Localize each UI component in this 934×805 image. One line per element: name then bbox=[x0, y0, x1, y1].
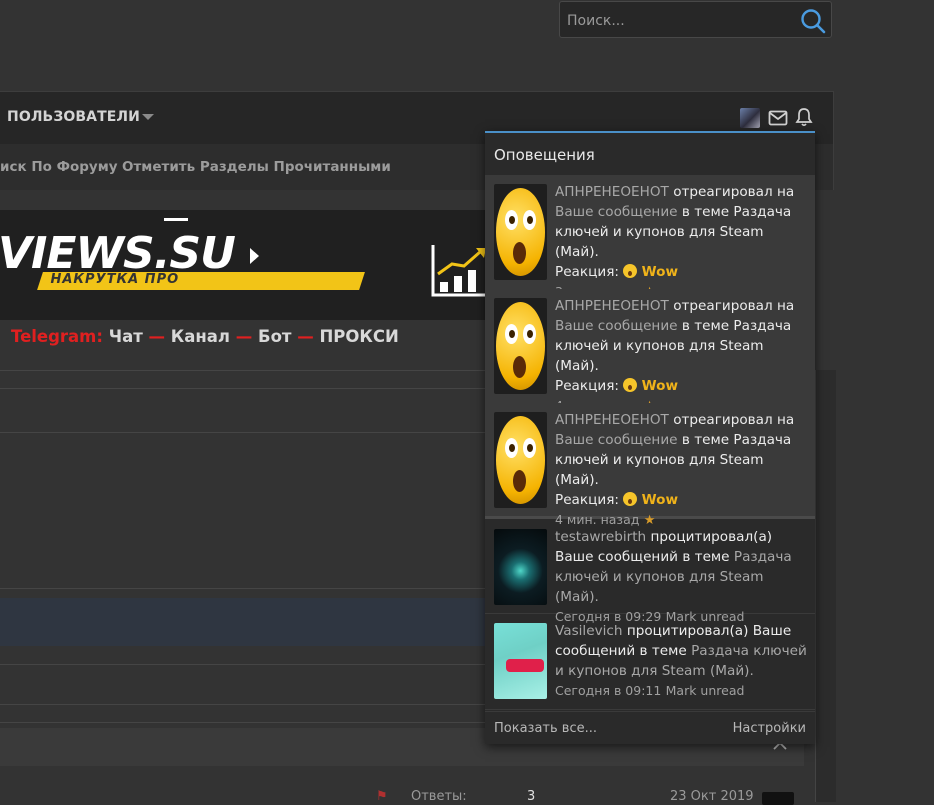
avatar[interactable] bbox=[740, 108, 760, 128]
mail-icon[interactable] bbox=[768, 109, 788, 127]
banner[interactable]: VIEWS.SU НАКРУТКА ПРО bbox=[0, 210, 500, 320]
settings-link[interactable]: Настройки bbox=[733, 721, 806, 736]
notification-time[interactable]: Сегодня в 09:11 bbox=[555, 683, 661, 698]
wow-emoji-icon bbox=[623, 492, 638, 506]
search-input[interactable] bbox=[560, 2, 799, 39]
notification-item[interactable]: АПНРЕНЕОЕНОТ отреагировал на Ваше сообще… bbox=[485, 403, 815, 528]
subnav-mark-read[interactable]: Отметить Разделы Прочитанными bbox=[122, 159, 391, 175]
separator: — bbox=[297, 327, 314, 346]
reaction-name: Wow bbox=[641, 264, 679, 280]
avatar[interactable] bbox=[494, 529, 547, 605]
search-box bbox=[559, 1, 832, 39]
telegram-proxy-link[interactable]: ПРОКСИ bbox=[320, 327, 399, 346]
reaction-name: Wow bbox=[641, 378, 679, 394]
avatar[interactable] bbox=[762, 792, 794, 805]
wow-emoji-icon bbox=[623, 264, 638, 278]
subnav-search-forum[interactable]: иск По Форуму bbox=[0, 159, 118, 175]
reaction-name: Wow bbox=[641, 492, 679, 508]
notification-object-link[interactable]: Ваше сообщение bbox=[555, 432, 678, 448]
avatar[interactable] bbox=[494, 412, 547, 508]
banner-strip: НАКРУТКА ПРО bbox=[37, 272, 365, 290]
divider bbox=[0, 432, 486, 433]
notifications-popup: Оповещения АПНРЕНЕОЕНОТ отреагировал на … bbox=[485, 131, 815, 744]
notification-action: процитировал(а) bbox=[650, 529, 773, 545]
notification-item[interactable]: testawrebirth процитировал(а) Ваше сообщ… bbox=[485, 520, 815, 624]
notification-user[interactable]: Vasilevich bbox=[555, 623, 622, 639]
avatar[interactable] bbox=[494, 623, 547, 699]
notification-user[interactable]: АПНРЕНЕОЕНОТ bbox=[555, 412, 669, 428]
thread-row[interactable]: ⚑ Ответы: 3 23 Окт 2019 bbox=[0, 785, 815, 805]
popup-title: Оповещения bbox=[494, 146, 595, 164]
notification-user[interactable]: testawrebirth bbox=[555, 529, 646, 545]
content-row-highlight[interactable] bbox=[0, 598, 486, 646]
reaction-label: Реакция: bbox=[555, 264, 619, 280]
banner-tagline: НАКРУТКА ПРО bbox=[50, 272, 180, 287]
notification-action: отреагировал на bbox=[673, 298, 795, 314]
avatar[interactable] bbox=[494, 298, 547, 394]
telegram-channel-link[interactable]: Канал bbox=[171, 327, 230, 346]
separator: — bbox=[235, 327, 253, 346]
notification-item[interactable]: Vasilevich процитировал(а) Ваше сообщени… bbox=[485, 614, 815, 710]
search-icon[interactable] bbox=[799, 7, 827, 35]
avatar[interactable] bbox=[494, 184, 547, 280]
divider bbox=[0, 722, 486, 723]
chevron-down-icon[interactable] bbox=[142, 114, 154, 120]
notification-item[interactable]: АПНРЕНЕОЕНОТ отреагировал на Ваше сообще… bbox=[485, 175, 815, 300]
bell-icon[interactable] bbox=[795, 107, 813, 127]
divider bbox=[0, 588, 486, 589]
separator: — bbox=[148, 327, 166, 346]
reaction-label: Реакция: bbox=[555, 378, 619, 394]
telegram-links: Telegram: Чат — Канал — Бот — ПРОКСИ bbox=[11, 327, 399, 346]
telegram-bot-link[interactable]: Бот bbox=[258, 327, 291, 346]
mark-unread-link[interactable]: Mark unread bbox=[666, 683, 745, 698]
notification-object-link[interactable]: Ваше сообщений в теме bbox=[555, 549, 730, 565]
notification-item[interactable]: АПНРЕНЕОЕНОТ отреагировал на Ваше сообще… bbox=[485, 289, 815, 414]
notification-action: отреагировал на bbox=[673, 184, 795, 200]
popup-footer: Показать все... Настройки bbox=[485, 711, 815, 744]
notification-user[interactable]: АПНРЕНЕОЕНОТ bbox=[555, 184, 669, 200]
nav-users[interactable]: ПОЛЬЗОВАТЕЛИ bbox=[7, 109, 140, 125]
show-all-link[interactable]: Показать все... bbox=[494, 721, 597, 736]
banner-dash bbox=[164, 218, 188, 221]
notification-user[interactable]: АПНРЕНЕОЕНОТ bbox=[555, 298, 669, 314]
notification-object-link[interactable]: Ваше сообщение bbox=[555, 204, 678, 220]
divider bbox=[0, 388, 486, 389]
notification-object-link[interactable]: Ваше сообщение bbox=[555, 318, 678, 334]
wow-emoji-icon bbox=[623, 378, 638, 392]
play-icon bbox=[250, 248, 259, 264]
telegram-label: Telegram: bbox=[11, 327, 103, 346]
divider bbox=[0, 664, 486, 665]
sidebar-panel bbox=[815, 370, 836, 802]
reaction-label: Реакция: bbox=[555, 492, 619, 508]
divider bbox=[0, 704, 486, 705]
telegram-chat-link[interactable]: Чат bbox=[109, 327, 143, 346]
notification-action: отреагировал на bbox=[673, 412, 795, 428]
